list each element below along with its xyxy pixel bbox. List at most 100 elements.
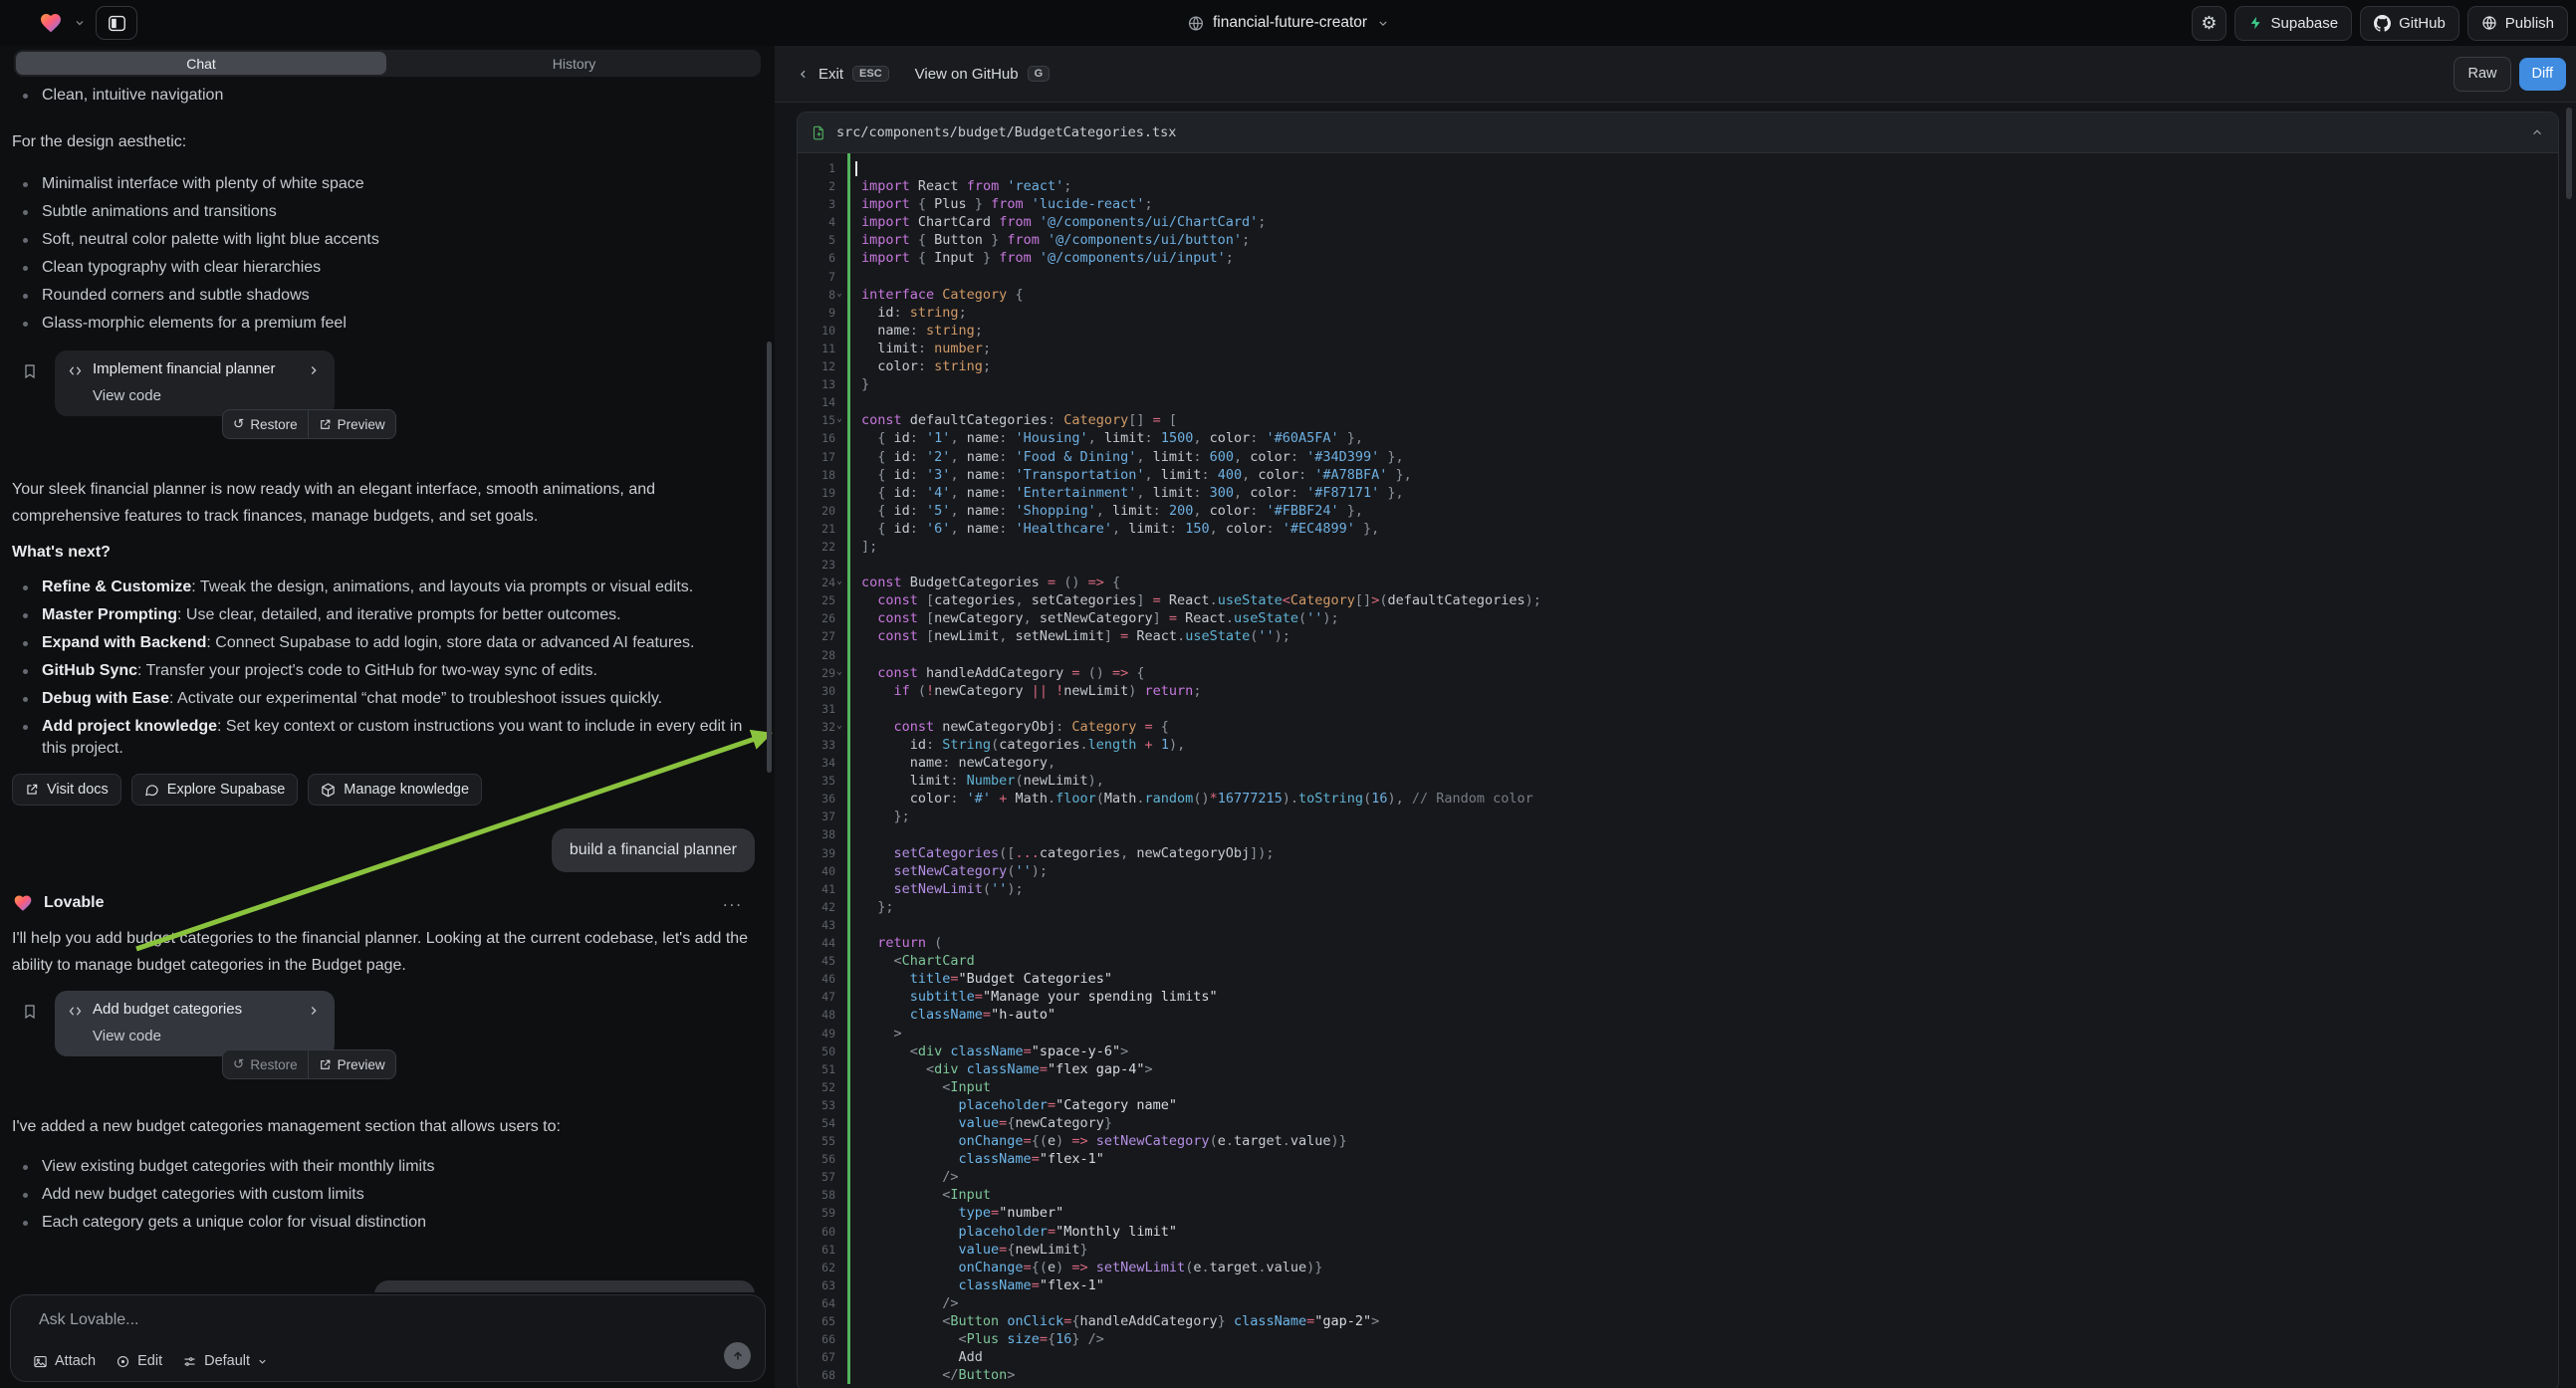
explore-supabase-button[interactable]: Explore Supabase (131, 774, 299, 806)
arrow-up-icon (731, 1349, 745, 1363)
collapse-chevron-up-icon[interactable] (2530, 125, 2544, 139)
fold-chevron-icon[interactable]: ⌄ (836, 410, 842, 428)
toggle-sidebar-button[interactable] (96, 6, 137, 40)
chat-input-toolbar: Attach Edit Default (33, 1353, 268, 1369)
manage-knowledge-button[interactable]: Manage knowledge (308, 774, 482, 806)
edit-button[interactable]: Edit (116, 1353, 162, 1369)
view-on-github-button[interactable]: View on GitHub G (915, 66, 1051, 83)
bookmark-icon[interactable] (22, 362, 38, 380)
list-item: Subtle animations and transitions (12, 201, 755, 223)
code-line: 26 const [newCategory, setNewCategory] =… (798, 609, 2558, 627)
sliders-icon (182, 1354, 197, 1369)
code-scrollbar[interactable] (2566, 108, 2572, 199)
lovable-editor-window: financial-future-creator ⚙ Supabase GitH… (0, 0, 2576, 1388)
diff-toggle-button[interactable]: Diff (2519, 58, 2567, 91)
send-button[interactable] (724, 1342, 751, 1369)
code-line: 14 (798, 393, 2558, 411)
publish-globe-icon (2481, 15, 2497, 31)
code-panel: Exit ESC View on GitHub G Raw Diff src/c… (775, 46, 2576, 1388)
file-added-icon (812, 124, 826, 141)
version-card-row-2: Add budget categories View code ↺ Restor… (12, 991, 755, 1076)
preview-button[interactable]: Preview (309, 1050, 395, 1078)
code-line: 15⌄const defaultCategories: Category[] =… (798, 411, 2558, 429)
raw-toggle-button[interactable]: Raw (2454, 57, 2510, 92)
code-line: 28 (798, 646, 2558, 664)
fold-chevron-icon[interactable]: ⌄ (836, 285, 842, 303)
topbar-left (38, 0, 137, 46)
publish-button[interactable]: Publish (2467, 6, 2568, 41)
settings-button[interactable]: ⚙ (2192, 6, 2225, 41)
message-menu-button[interactable]: ... (723, 891, 743, 911)
project-switcher[interactable]: financial-future-creator (1187, 0, 1389, 46)
help-paragraph: I'll help you add budget categories to t… (12, 925, 755, 979)
list-item: Clean typography with clear hierarchies (12, 257, 755, 279)
code-line: 32⌄ const newCategoryObj: Category = { (798, 718, 2558, 736)
view-code-link[interactable]: View code (93, 387, 161, 404)
version-card-add-budget-categories[interactable]: Add budget categories View code ↺ Restor… (55, 991, 335, 1056)
logo-menu-chevron-icon[interactable] (74, 17, 86, 29)
code-line: 36 color: '#' + Math.floor(Math.random()… (798, 790, 2558, 808)
added-paragraph: I've added a new budget categories manag… (12, 1113, 755, 1140)
package-icon (321, 783, 336, 798)
mode-selector[interactable]: Default (182, 1353, 268, 1369)
design-bullet-list: Minimalist interface with plenty of whit… (12, 173, 755, 335)
version-card-title: Add budget categories (93, 1001, 242, 1018)
supabase-button[interactable]: Supabase (2234, 6, 2353, 41)
list-item: Debug with Ease: Activate our experiment… (12, 688, 755, 710)
bookmark-icon[interactable] (22, 1003, 38, 1021)
list-item: Glass-morphic elements for a premium fee… (12, 313, 755, 335)
lovable-heart-icon (12, 893, 34, 913)
fold-chevron-icon[interactable]: ⌄ (836, 663, 842, 681)
code-line: 33 id: String(categories.length + 1), (798, 736, 2558, 754)
chat-input[interactable] (37, 1309, 705, 1343)
code-line: 24⌄const BudgetCategories = () => { (798, 574, 2558, 591)
code-line: 49 > (798, 1025, 2558, 1042)
fold-chevron-icon[interactable]: ⌄ (836, 717, 842, 735)
lovable-logo-heart-icon[interactable] (38, 11, 64, 35)
visit-docs-button[interactable]: Visit docs (12, 774, 121, 806)
list-item: Refine & Customize: Tweak the design, an… (12, 577, 755, 598)
code-line: 62 onChange={(e) => setNewLimit(e.target… (798, 1259, 2558, 1276)
code-line: 61 value={newLimit} (798, 1241, 2558, 1259)
code-line: 53 placeholder="Category name" (798, 1096, 2558, 1114)
attach-button[interactable]: Attach (33, 1353, 96, 1369)
chat-panel: Chat History Clean, intuitive navigation… (0, 46, 776, 1388)
restore-button[interactable]: ↺ Restore (223, 410, 308, 438)
fold-chevron-icon[interactable]: ⌄ (836, 573, 842, 590)
code-line: 67 Add (798, 1348, 2558, 1366)
target-icon (116, 1354, 130, 1369)
image-icon (33, 1354, 48, 1369)
restore-preview-pill: ↺ Restore Preview (222, 1049, 396, 1079)
chat-message-list[interactable]: Clean, intuitive navigation For the desi… (0, 77, 767, 1292)
code-line: 29⌄ const handleAddCategory = () => { (798, 664, 2558, 682)
view-code-link[interactable]: View code (93, 1028, 161, 1044)
list-item: GitHub Sync: Transfer your project's cod… (12, 660, 755, 682)
list-item: Clean, intuitive navigation (12, 85, 755, 107)
code-line: 58 <Input (798, 1186, 2558, 1204)
restore-button[interactable]: ↺ Restore (223, 1050, 308, 1078)
list-item: Expand with Backend: Connect Supabase to… (12, 632, 755, 654)
code-lines: 12import React from 'react';3import { Pl… (798, 159, 2558, 1384)
code-line: 48 className="h-auto" (798, 1006, 2558, 1024)
user-message-bubble: build a financial planner (552, 828, 755, 872)
tab-history[interactable]: History (387, 50, 761, 77)
code-editor-body[interactable]: 12import React from 'react';3import { Pl… (798, 153, 2558, 1384)
file-header[interactable]: src/components/budget/BudgetCategories.t… (798, 113, 2558, 153)
github-button[interactable]: GitHub (2360, 6, 2459, 41)
code-line: 23 (798, 556, 2558, 574)
tab-chat[interactable]: Chat (16, 52, 386, 75)
list-item: Add project knowledge: Set key context o… (12, 716, 755, 760)
exit-button[interactable]: Exit ESC (797, 66, 889, 83)
chat-scrollbar[interactable] (767, 342, 772, 773)
preview-button[interactable]: Preview (309, 410, 395, 438)
restore-icon: ↺ (233, 1056, 244, 1072)
list-item: Each category gets a unique color for vi… (12, 1212, 755, 1234)
version-card-implement-financial-planner[interactable]: Implement financial planner View code ↺ … (55, 350, 335, 416)
code-line: 8⌄interface Category { (798, 286, 2558, 304)
file-diff-card: src/components/budget/BudgetCategories.t… (797, 112, 2559, 1388)
code-line: 5import { Button } from '@/components/ui… (798, 231, 2558, 249)
code-line: 10 name: string; (798, 322, 2558, 340)
code-line: 46 title="Budget Categories" (798, 970, 2558, 988)
code-line: 30 if (!newCategory || !newLimit) return… (798, 682, 2558, 700)
code-line: 9 id: string; (798, 304, 2558, 322)
